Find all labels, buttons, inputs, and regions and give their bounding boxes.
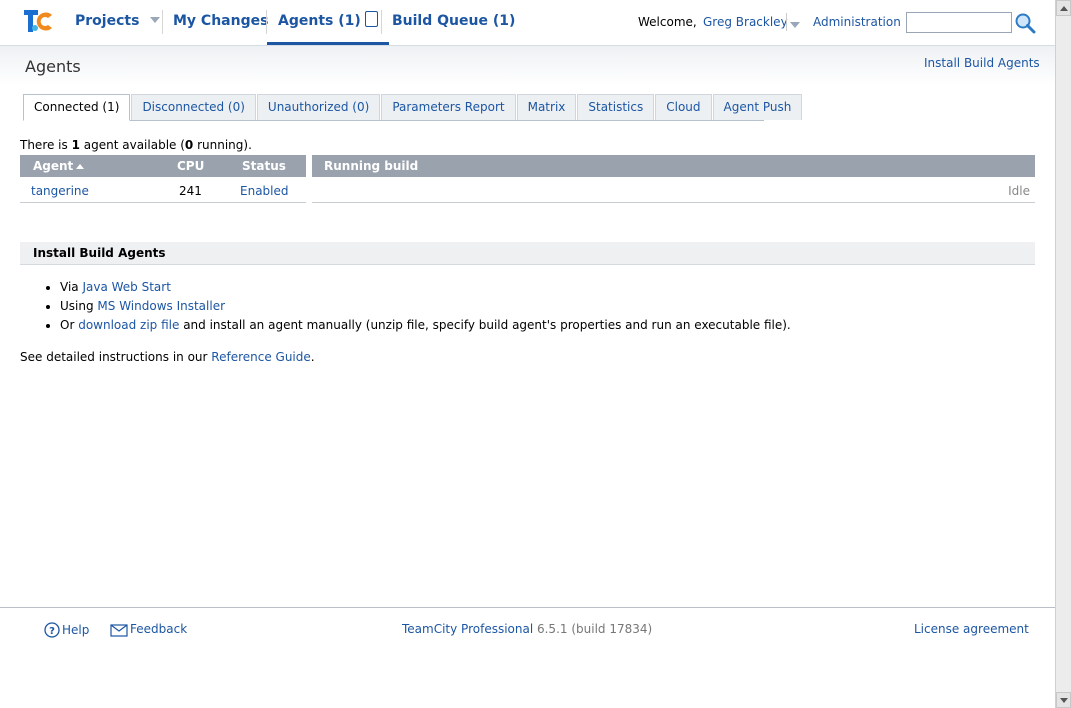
tab-agent-push[interactable]: Agent Push [712, 94, 803, 120]
vertical-scrollbar[interactable] [1055, 0, 1071, 708]
search-icon[interactable] [1014, 12, 1036, 34]
list-item-suffix: and install an agent manually (unzip fil… [179, 318, 791, 332]
version-text: 6.5.1 (build 17834) [533, 622, 653, 636]
java-web-start-link[interactable]: Java Web Start [82, 280, 170, 294]
nav-agents[interactable]: Agents (1) [267, 0, 389, 45]
list-item-prefix: Via [60, 280, 83, 294]
search-input[interactable] [906, 12, 1012, 33]
agents-popup-icon[interactable] [364, 11, 378, 27]
tab-matrix[interactable]: Matrix [516, 94, 577, 120]
help-label: Help [62, 623, 90, 637]
reference-guide-link[interactable]: Reference Guide [211, 350, 310, 364]
scroll-up-button[interactable] [1056, 0, 1071, 16]
agent-tabs: Connected (1) Disconnected (0) Unauthori… [23, 94, 803, 121]
help-link[interactable]: ? Help [44, 622, 89, 638]
feedback-label: Feedback [130, 622, 188, 636]
reference-guide-text: See detailed instructions in our Referen… [20, 350, 315, 364]
user-name-link[interactable]: Greg Brackley [703, 15, 788, 29]
install-options-list: Via Java Web Start Using MS Windows Inst… [20, 279, 791, 336]
reference-prefix: See detailed instructions in our [20, 350, 212, 364]
reference-suffix: . [310, 350, 315, 364]
list-item-prefix: Or [60, 318, 79, 332]
list-item: Using MS Windows Installer [60, 298, 791, 317]
tab-disconnected[interactable]: Disconnected (0) [131, 94, 256, 120]
nav-projects-label: Projects [75, 13, 140, 29]
agent-cpu: 241 [179, 184, 202, 198]
agents-table-header: Agent CPU Status [20, 155, 306, 177]
list-item: Via Java Web Start [60, 279, 791, 298]
chevron-down-icon[interactable] [150, 17, 161, 23]
footer: ? Help Feedback TeamCity Professional 6.… [0, 607, 1055, 708]
nav-my-changes[interactable]: My Changes [173, 0, 268, 45]
column-status[interactable]: Status [242, 159, 286, 173]
tab-cloud[interactable]: Cloud [655, 94, 712, 120]
user-menu-dropdown[interactable] [786, 13, 800, 31]
help-icon: ? [44, 622, 60, 638]
list-item-prefix: Using [60, 299, 98, 313]
table-row: tangerine 241 Enabled [20, 180, 306, 203]
running-build-header: Running build [312, 155, 1035, 177]
arrow-down-icon [1060, 698, 1068, 703]
top-navigation-bar: Projects My Changes Agents (1) Build Que… [0, 0, 1055, 46]
sort-ascending-icon [76, 164, 85, 169]
agent-status-link[interactable]: Enabled [240, 184, 289, 198]
download-zip-link[interactable]: download zip file [78, 318, 179, 332]
summary-middle: agent available ( [79, 138, 185, 152]
nav-divider [381, 10, 382, 34]
list-item: Or download zip file and install an agen… [60, 317, 791, 336]
summary-suffix: running). [193, 138, 252, 152]
table-row: Idle [312, 180, 1035, 203]
install-build-agents-link[interactable]: Install Build Agents [924, 56, 1040, 70]
tab-parameters-report[interactable]: Parameters Report [381, 94, 516, 120]
svg-text:?: ? [49, 626, 55, 637]
teamcity-product-link[interactable]: TeamCity Professional [402, 622, 533, 636]
summary-running-count: 0 [184, 138, 194, 152]
teamcity-logo-icon[interactable] [22, 6, 56, 36]
column-cpu[interactable]: CPU [177, 159, 204, 173]
nav-projects[interactable]: Projects [75, 0, 161, 45]
arrow-up-icon [1060, 6, 1068, 11]
nav-build-queue[interactable]: Build Queue (1) [392, 0, 515, 45]
welcome-text: Welcome, [638, 15, 697, 29]
install-section-heading: Install Build Agents [20, 242, 1035, 265]
column-running-build: Running build [324, 159, 419, 173]
administration-link[interactable]: Administration [813, 15, 901, 29]
feedback-link[interactable]: Feedback [110, 622, 187, 637]
product-version: TeamCity Professional 6.5.1 (build 17834… [402, 622, 652, 636]
tab-statistics[interactable]: Statistics [577, 94, 655, 120]
page-header-band [0, 46, 1055, 86]
summary-prefix: There is [20, 138, 72, 152]
tab-connected[interactable]: Connected (1) [23, 94, 131, 121]
chevron-down-icon [790, 22, 800, 28]
envelope-icon [110, 624, 128, 637]
running-build-status: Idle [1008, 184, 1030, 198]
page-title: Agents [25, 57, 81, 76]
column-agent[interactable]: Agent [33, 159, 85, 173]
nav-agents-label: Agents (1) [278, 13, 361, 29]
tab-unauthorized[interactable]: Unauthorized (0) [256, 94, 381, 120]
ms-windows-installer-link[interactable]: MS Windows Installer [97, 299, 225, 313]
agent-name-link[interactable]: tangerine [31, 184, 89, 198]
nav-divider [162, 10, 163, 34]
license-agreement-link[interactable]: License agreement [914, 622, 1029, 636]
scroll-down-button[interactable] [1056, 692, 1071, 708]
column-agent-label: Agent [33, 159, 74, 173]
summary-agent-count: 1 [71, 138, 80, 152]
agents-summary: There is 1 agent available (0 running). [20, 138, 252, 152]
